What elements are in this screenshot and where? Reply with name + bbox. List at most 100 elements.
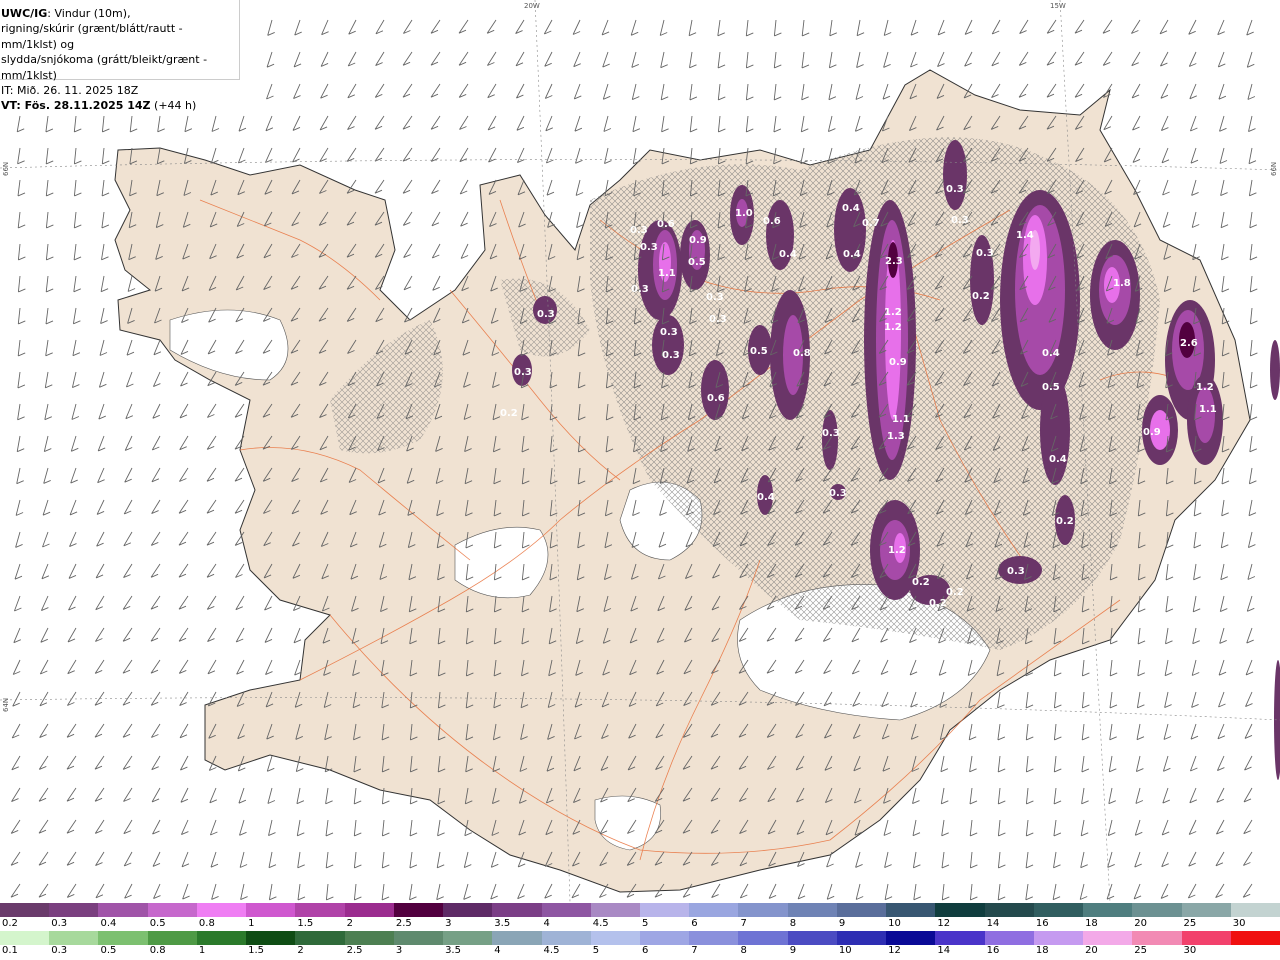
- legend-swatch: [0, 931, 50, 945]
- legend-swatch: [344, 931, 395, 945]
- legend-swatch: [147, 903, 198, 917]
- legend-tick-label: 0.8: [149, 945, 166, 956]
- legend-tick-label: 2: [297, 945, 304, 956]
- legend-swatch: [196, 931, 247, 945]
- legend-tick-label: 4: [494, 945, 501, 956]
- precip-label: 0.2: [912, 577, 930, 588]
- legend-swatch: [1033, 903, 1084, 917]
- legend-tick-label: 4: [543, 918, 550, 929]
- map-info-box: UWC/IG: Vindur (10m), rigning/skúrir (gr…: [0, 0, 240, 112]
- legend-tick-label: 5: [642, 918, 649, 929]
- legend-tick-label: 4.5: [592, 918, 609, 929]
- legend-swatch: [886, 931, 936, 945]
- legend-swatch: [1132, 931, 1183, 945]
- precip-label: 0.7: [862, 218, 880, 229]
- legend-swatch: [590, 931, 641, 945]
- legend-swatch: [1230, 931, 1280, 945]
- precip-label: 1.4: [1016, 230, 1034, 241]
- precip-label: 1.2: [884, 322, 902, 333]
- legend-swatch: [0, 903, 50, 917]
- legend-swatch: [295, 931, 346, 945]
- precip-label: 0.9: [1143, 427, 1161, 438]
- precip-label: 0.3: [514, 367, 532, 378]
- legend-snow-labels: 0.2 0.3 0.4 0.5 0.8 1 1.5 2 2.5 3 3.5 4 4.5 5 6 7 8 9 10 12…: [0, 918, 1280, 930]
- precip-label: 0.3: [706, 292, 724, 303]
- precip-label: 0.4: [1042, 348, 1060, 359]
- legend-swatch: [98, 931, 149, 945]
- legend-tick-label: 2.5: [346, 945, 363, 956]
- legend-tick-label: 25: [1183, 918, 1197, 929]
- precip-label: 0.5: [750, 346, 768, 357]
- precip-label: 0.3: [976, 248, 994, 259]
- legend-tick-label: 18: [1035, 945, 1049, 956]
- info-title-suffix: : Vindur (10m),: [47, 7, 131, 20]
- precip-label: 0.4: [1049, 454, 1067, 465]
- precip-label: 0.2: [972, 291, 990, 302]
- legend-swatch: [836, 903, 887, 917]
- legend-tick-label: 10: [838, 945, 852, 956]
- legend-swatch: [984, 931, 1035, 945]
- legend-swatch: [1083, 931, 1133, 945]
- legend-swatch: [1181, 903, 1232, 917]
- legend-tick-label: 20: [1085, 945, 1098, 956]
- legend-snow-colorbar: [0, 903, 1280, 919]
- legend-swatch: [49, 931, 99, 945]
- precip-label: 1.2: [884, 307, 902, 318]
- legend-swatch: [246, 931, 296, 945]
- legend-tick-label: 6: [691, 918, 698, 929]
- legend-tick-label: 0.3: [51, 918, 68, 929]
- precip-label: 1.1: [1199, 404, 1217, 415]
- legend-tick-label: 14: [937, 945, 951, 956]
- legend-tick-label: 7: [740, 918, 747, 929]
- precip-label: 0.9: [689, 235, 707, 246]
- precip-label: 0.6: [657, 219, 675, 230]
- weather-map: 20W 15W 66N 66N 64N 0.3 0.2 0.3 1.1 0.9 …: [0, 0, 1280, 902]
- legend-swatch: [443, 931, 493, 945]
- legend-swatch: [492, 903, 543, 917]
- legend-swatch: [787, 903, 838, 917]
- legend-swatch: [935, 931, 986, 945]
- legend-swatch: [1230, 903, 1280, 917]
- legend-swatch: [1033, 931, 1084, 945]
- precip-label: 0.4: [842, 203, 860, 214]
- legend-tick-label: 8: [740, 945, 747, 956]
- legend-tick-label: 2: [346, 918, 353, 929]
- legend-tick-label: 18: [1085, 918, 1098, 929]
- info-valid-time-line: VT: Fös. 28.11.2025 14Z (+44 h): [1, 98, 239, 113]
- legend-tick-label: 30: [1183, 945, 1197, 956]
- precip-label: 0.4: [757, 492, 775, 503]
- legend-tick-label: 25: [1134, 945, 1148, 956]
- legend-tick-label: 16: [1035, 918, 1049, 929]
- legend-swatch: [246, 903, 296, 917]
- legend-swatch: [590, 903, 641, 917]
- legend-tick-label: 6: [642, 945, 649, 956]
- precip-label: 0.9: [889, 357, 907, 368]
- legend-tick-label: 0.8: [198, 918, 215, 929]
- legend-tick-label: 0.5: [100, 945, 117, 956]
- legend-tick-label: 9: [789, 945, 797, 956]
- precip-label: 0.5: [688, 257, 706, 268]
- legend-swatch: [1181, 931, 1232, 945]
- legend-swatch: [886, 903, 936, 917]
- precip-label: 0.6: [763, 216, 781, 227]
- info-title: UWC/IG: [1, 7, 48, 20]
- legend-swatch: [541, 931, 592, 945]
- legend-tick-label: 0.3: [51, 945, 68, 956]
- precip-label: 1.8: [1113, 278, 1131, 289]
- precip-label: 0.3: [631, 284, 649, 295]
- lat-label-66n-right: 66N: [1270, 162, 1278, 176]
- precip-label: 0.4: [843, 249, 861, 260]
- legend-swatch: [1132, 903, 1183, 917]
- legend-swatch: [640, 931, 690, 945]
- precip-label: 0.3: [822, 428, 840, 439]
- precip-label: 1.1: [892, 414, 910, 425]
- legend-tick-label: 1: [198, 945, 206, 956]
- precip-label: 0.3: [951, 215, 969, 226]
- legend-tick-label: 2.5: [395, 918, 412, 929]
- legend-swatch: [640, 903, 690, 917]
- legend-swatch: [344, 903, 395, 917]
- precip-label: 0.6: [707, 393, 725, 404]
- legend-swatch: [49, 903, 99, 917]
- legend-tick-label: 0.4: [100, 918, 117, 929]
- legend-swatch: [295, 903, 346, 917]
